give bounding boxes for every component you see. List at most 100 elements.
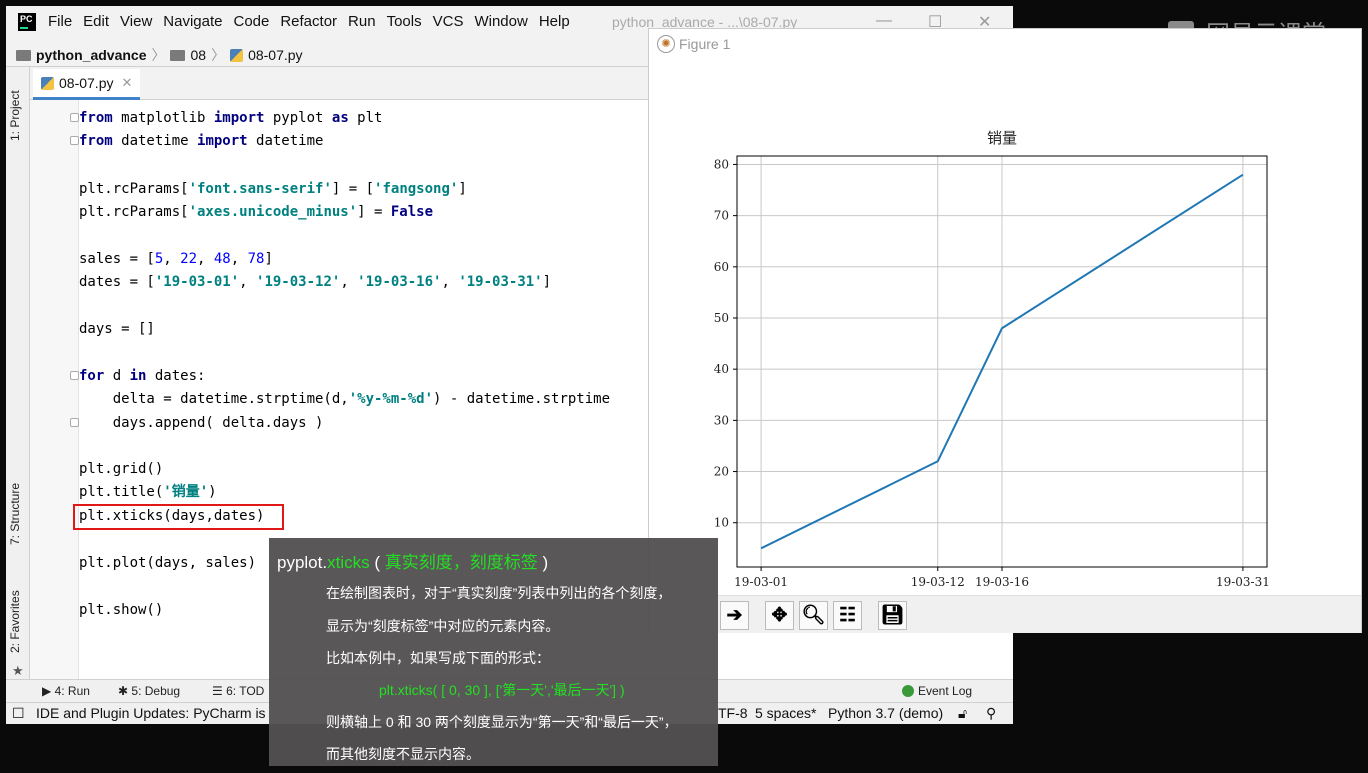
folder-icon — [170, 49, 186, 61]
event-log-label: Event Log — [918, 684, 973, 698]
code-line: plt.title('销量') — [79, 484, 217, 500]
x-tick-label: 19-03-16 — [975, 575, 1029, 589]
event-log-button[interactable]: Event Log — [902, 684, 972, 698]
overlay-title: pyplot.xticks ( 真实刻度，刻度标签 ) — [277, 548, 548, 573]
code-token: import — [197, 133, 248, 149]
code-token: as — [331, 110, 349, 126]
run-label: 4: Run — [54, 684, 90, 698]
code-token: '%y-%m-%d' — [348, 391, 434, 407]
chevron-right-icon: 〉 — [211, 47, 226, 63]
list-icon: ☰ — [212, 684, 223, 698]
pan-icon[interactable]: ✥ — [765, 601, 794, 630]
code-token: '19-03-12' — [256, 274, 341, 290]
status-checkbox-icon[interactable]: ☐ — [12, 705, 25, 722]
play-icon: ▶ — [42, 684, 52, 698]
forward-icon[interactable]: ➔ — [720, 601, 749, 630]
code-line: plt.plot(days, sales) — [79, 555, 257, 571]
code-token: for — [79, 368, 105, 384]
interpreter-indicator[interactable]: Python 3.7 (demo) — [828, 705, 943, 721]
fold-marker-icon[interactable] — [70, 113, 79, 122]
code-token: 'font.sans-serif' — [188, 181, 332, 197]
code-line: dates = ['19-03-01', '19-03-12', '19-03-… — [79, 274, 552, 290]
breadcrumb-project[interactable]: python_advance — [36, 47, 146, 63]
tab-favorites[interactable]: 2: Favorites — [8, 590, 22, 653]
encoding-indicator[interactable]: TF-8 — [718, 705, 748, 721]
code-token: 'fangsong' — [374, 181, 459, 197]
overlay-line: 则横轴上 0 和 30 两个刻度显示为“第一天”和“最后一天”， — [326, 714, 678, 730]
fold-marker-icon[interactable] — [70, 136, 79, 145]
x-tick-label: 19-03-01 — [734, 575, 788, 589]
lock-icon[interactable]: 🔓︎ — [958, 705, 967, 722]
save-icon[interactable]: 💾︎ — [878, 601, 907, 630]
menu-tools[interactable]: Tools — [387, 13, 422, 30]
code-token: from — [79, 133, 113, 149]
matplotlib-logo-icon: ✺ — [657, 35, 675, 53]
todo-button[interactable]: ☰ 6: TOD — [212, 684, 264, 698]
menu-bar: File Edit View Navigate Code Refactor Ru… — [48, 13, 581, 30]
run-button[interactable]: ▶ 4: Run — [42, 684, 90, 698]
code-token: 22 — [180, 251, 198, 267]
figure-toolbar: ➔ ✥ 🔍︎ ☷ 💾︎ — [649, 595, 1361, 633]
breadcrumb-file[interactable]: 08-07.py — [248, 47, 302, 63]
close-tab-icon[interactable]: ✕ — [121, 75, 132, 91]
figure-title-bar: ✺ Figure 1 — [649, 29, 1361, 59]
breadcrumb-folder[interactable]: 08 — [190, 47, 206, 63]
python-file-icon — [41, 76, 54, 90]
fold-marker-icon[interactable] — [70, 418, 79, 427]
menu-vcs[interactable]: VCS — [433, 13, 464, 30]
y-tick-label: 20 — [714, 465, 729, 479]
zoom-icon[interactable]: 🔍︎ — [799, 601, 828, 630]
status-message[interactable]: IDE and Plugin Updates: PyCharm is — [36, 705, 266, 721]
line-chart: 10 20 30 40 50 60 70 80 19-03-01 19-03-12 19-03-16… — [714, 129, 1270, 589]
overlay-title-close: ) — [542, 553, 549, 572]
code-token: in — [129, 368, 147, 384]
code-token: '19-03-31' — [458, 274, 543, 290]
code-line: plt.show() — [79, 602, 164, 618]
overlay-title-open: ( — [374, 553, 380, 572]
menu-edit[interactable]: Edit — [83, 13, 109, 30]
overlay-line: 而其他刻度不显示内容。 — [326, 746, 480, 762]
pycharm-logo-icon: PC — [18, 13, 36, 31]
menu-file[interactable]: File — [48, 13, 72, 30]
figure-window: ✺ Figure 1 10 20 30 40 50 60 70 80 19-03-01 19-03… — [648, 28, 1362, 633]
menu-help[interactable]: Help — [539, 13, 570, 30]
code-token: False — [390, 204, 434, 220]
python-file-icon — [230, 48, 244, 62]
y-tick-label: 80 — [714, 157, 729, 171]
code-line: delta = datetime.strptime(d,'%y-%m-%d') … — [79, 391, 611, 407]
chart-title: 销量 — [987, 129, 1017, 147]
star-icon: ★ — [12, 663, 24, 678]
code-token: 48 — [213, 251, 231, 267]
debug-button[interactable]: ✱ 5: Debug — [118, 684, 180, 698]
debug-label: 5: Debug — [131, 684, 181, 698]
code-line: from datetime import datetime — [79, 133, 324, 149]
indent-indicator[interactable]: 5 spaces* — [755, 705, 816, 721]
event-log-icon — [902, 685, 914, 697]
tab-08-07-py[interactable]: 08-07.py ✕ — [33, 69, 141, 100]
bug-icon: ✱ — [118, 684, 129, 698]
x-tick-label: 19-03-31 — [1216, 575, 1270, 589]
menu-run[interactable]: Run — [348, 13, 376, 30]
chevron-right-icon: 〉 — [151, 47, 166, 63]
fold-marker-icon[interactable] — [70, 371, 79, 380]
code-token: '19-03-01' — [154, 274, 240, 290]
code-line: days = [] — [79, 321, 155, 337]
menu-window[interactable]: Window — [474, 13, 527, 30]
y-tick-label: 60 — [714, 260, 729, 274]
tab-structure[interactable]: 7: Structure — [8, 483, 22, 545]
overlay-title-func: xticks — [327, 553, 370, 572]
menu-refactor[interactable]: Refactor — [280, 13, 337, 30]
tab-project[interactable]: 1: Project — [8, 90, 22, 141]
y-tick-label: 30 — [714, 413, 729, 427]
tool-window-strip: 1: Project 7: Structure 2: Favorites ★ — [6, 67, 30, 679]
tab-label: 08-07.py — [59, 75, 114, 91]
code-token: '19-03-16' — [357, 274, 442, 290]
menu-view[interactable]: View — [120, 13, 152, 30]
inspector-icon[interactable]: ⚲ — [986, 705, 996, 722]
subplots-icon[interactable]: ☷ — [833, 601, 862, 630]
menu-navigate[interactable]: Navigate — [163, 13, 222, 30]
overlay-code-example: plt.xticks( [ 0, 30 ], ['第一天','最后一天'] ) — [379, 682, 625, 698]
menu-code[interactable]: Code — [233, 13, 269, 30]
code-token: 5 — [154, 251, 164, 267]
code-token: 78 — [247, 251, 265, 267]
